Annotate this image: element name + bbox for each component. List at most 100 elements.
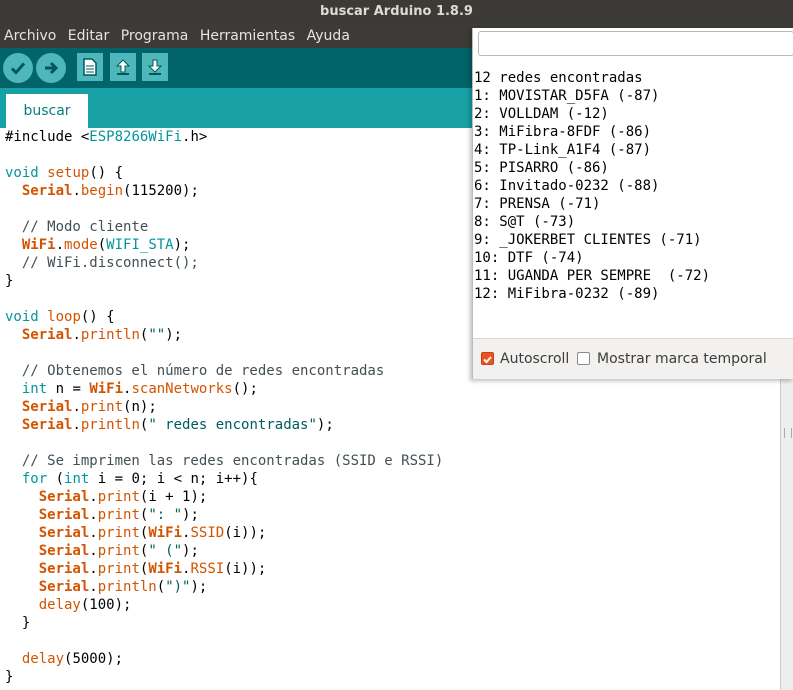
code-token: // Modo cliente <box>5 219 149 235</box>
serial-output-line: 12 redes encontradas <box>474 70 643 86</box>
code-token: (115200); <box>123 183 199 199</box>
code-token: ); <box>190 579 208 595</box>
code-token: #include < <box>5 129 90 145</box>
code-token: Serial <box>38 525 90 541</box>
code-token: print <box>97 507 140 523</box>
verify-button[interactable] <box>3 53 33 83</box>
code-token: SSID <box>190 525 225 541</box>
code-token: WiFi <box>89 381 124 397</box>
code-token: void <box>5 165 39 181</box>
arrow-down-icon <box>147 59 163 75</box>
code-token: . <box>89 525 98 541</box>
arrow-up-icon <box>115 59 131 75</box>
code-line: // Modo cliente <box>5 218 148 236</box>
code-token: for <box>21 471 48 487</box>
code-token: ); <box>173 237 191 253</box>
code-token: " (" <box>148 543 183 559</box>
code-token: void <box>5 309 39 325</box>
code-token: (100); <box>80 597 132 613</box>
autoscroll-label[interactable]: Autoscroll <box>500 350 569 368</box>
code-line: Serial.println(""); <box>5 326 182 344</box>
save-sketch-button[interactable] <box>142 53 168 81</box>
serial-output-line: 10: DTF (-74) <box>474 250 584 266</box>
menu-ayuda[interactable]: Ayuda <box>307 28 350 44</box>
scrollbar-grip[interactable] <box>784 428 792 438</box>
code-token: ")" <box>165 579 191 595</box>
code-token: print <box>97 543 140 559</box>
code-token: // Se imprimen las redes encontradas (SS… <box>5 453 444 469</box>
serial-output-line: 12: MiFibra-0232 (-89) <box>474 286 660 302</box>
autoscroll-checkbox[interactable] <box>481 352 494 365</box>
code-token: ( <box>97 237 107 253</box>
code-token: ); <box>165 327 183 343</box>
code-token: Serial <box>21 417 73 433</box>
menu-archivo[interactable]: Archivo <box>4 28 56 44</box>
menu-programa[interactable]: Programa <box>121 28 189 44</box>
upload-button[interactable] <box>36 53 66 83</box>
code-token: . <box>89 507 98 523</box>
code-token: (i)); <box>224 561 267 577</box>
code-line: int n = WiFi.scanNetworks(); <box>5 380 258 398</box>
serial-send-input[interactable] <box>478 31 793 56</box>
code-token: ); <box>182 507 199 523</box>
timestamp-checkbox[interactable] <box>577 352 590 365</box>
code-token: . <box>89 579 98 595</box>
code-line: // WiFi.disconnect(); <box>5 254 199 272</box>
code-line: Serial.print(n); <box>5 398 157 416</box>
serial-output-line: 3: MiFibra-8FDF (-86) <box>474 124 652 140</box>
code-token: (5000); <box>64 651 124 667</box>
code-line: void setup() { <box>5 164 123 182</box>
tab-buscar[interactable]: buscar <box>6 94 88 128</box>
code-token: . <box>89 489 98 505</box>
code-token: (i)); <box>224 525 267 541</box>
code-line: Serial.print(": "); <box>5 506 199 524</box>
code-token: print <box>80 399 124 415</box>
code-line: Serial.print(WiFi.SSID(i)); <box>5 524 267 542</box>
code-token: . <box>89 561 98 577</box>
code-token: ": " <box>148 507 183 523</box>
code-token: . <box>72 327 81 343</box>
code-token: . <box>72 399 81 415</box>
code-token: ); <box>182 543 199 559</box>
code-line: Serial.println(")"); <box>5 578 208 596</box>
open-sketch-button[interactable] <box>110 53 136 81</box>
code-token: Serial <box>21 327 73 343</box>
code-token: (); <box>232 381 258 397</box>
code-token: Serial <box>38 543 90 559</box>
code-line: Serial.print(WiFi.RSSI(i)); <box>5 560 267 578</box>
serial-output-line: 1: MOVISTAR_D5FA (-87) <box>474 88 660 104</box>
code-line: delay(100); <box>5 596 132 614</box>
timestamp-label[interactable]: Mostrar marca temporal <box>597 350 767 368</box>
new-sketch-button[interactable] <box>77 53 103 81</box>
code-token: () { <box>80 309 115 325</box>
code-token: } <box>5 273 14 289</box>
serial-output-line: 11: UGANDA PER SEMPRE (-72) <box>474 268 711 284</box>
code-line: #include <ESP8266WiFi.h> <box>5 128 207 146</box>
code-token: println <box>80 327 140 343</box>
menu-editar[interactable]: Editar <box>68 28 109 44</box>
code-token: int <box>21 381 48 397</box>
code-token: ( <box>156 579 166 595</box>
code-token: begin <box>80 183 124 199</box>
menu-herramientas[interactable]: Herramientas <box>200 28 295 44</box>
code-token: Serial <box>38 561 90 577</box>
serial-output-line: 2: VOLLDAM (-12) <box>474 106 609 122</box>
code-token: print <box>97 525 140 541</box>
code-token: println <box>97 579 157 595</box>
code-line: Serial.println(" redes encontradas"); <box>5 416 334 434</box>
code-token: . <box>55 237 65 253</box>
serial-output-line: 6: Invitado-0232 (-88) <box>474 178 660 194</box>
code-token: // Obtenemos el número de redes encontra… <box>5 363 385 379</box>
code-token: println <box>80 417 140 433</box>
code-token: loop <box>47 309 81 325</box>
code-token: WiFi <box>148 525 183 541</box>
code-line: } <box>5 272 13 290</box>
